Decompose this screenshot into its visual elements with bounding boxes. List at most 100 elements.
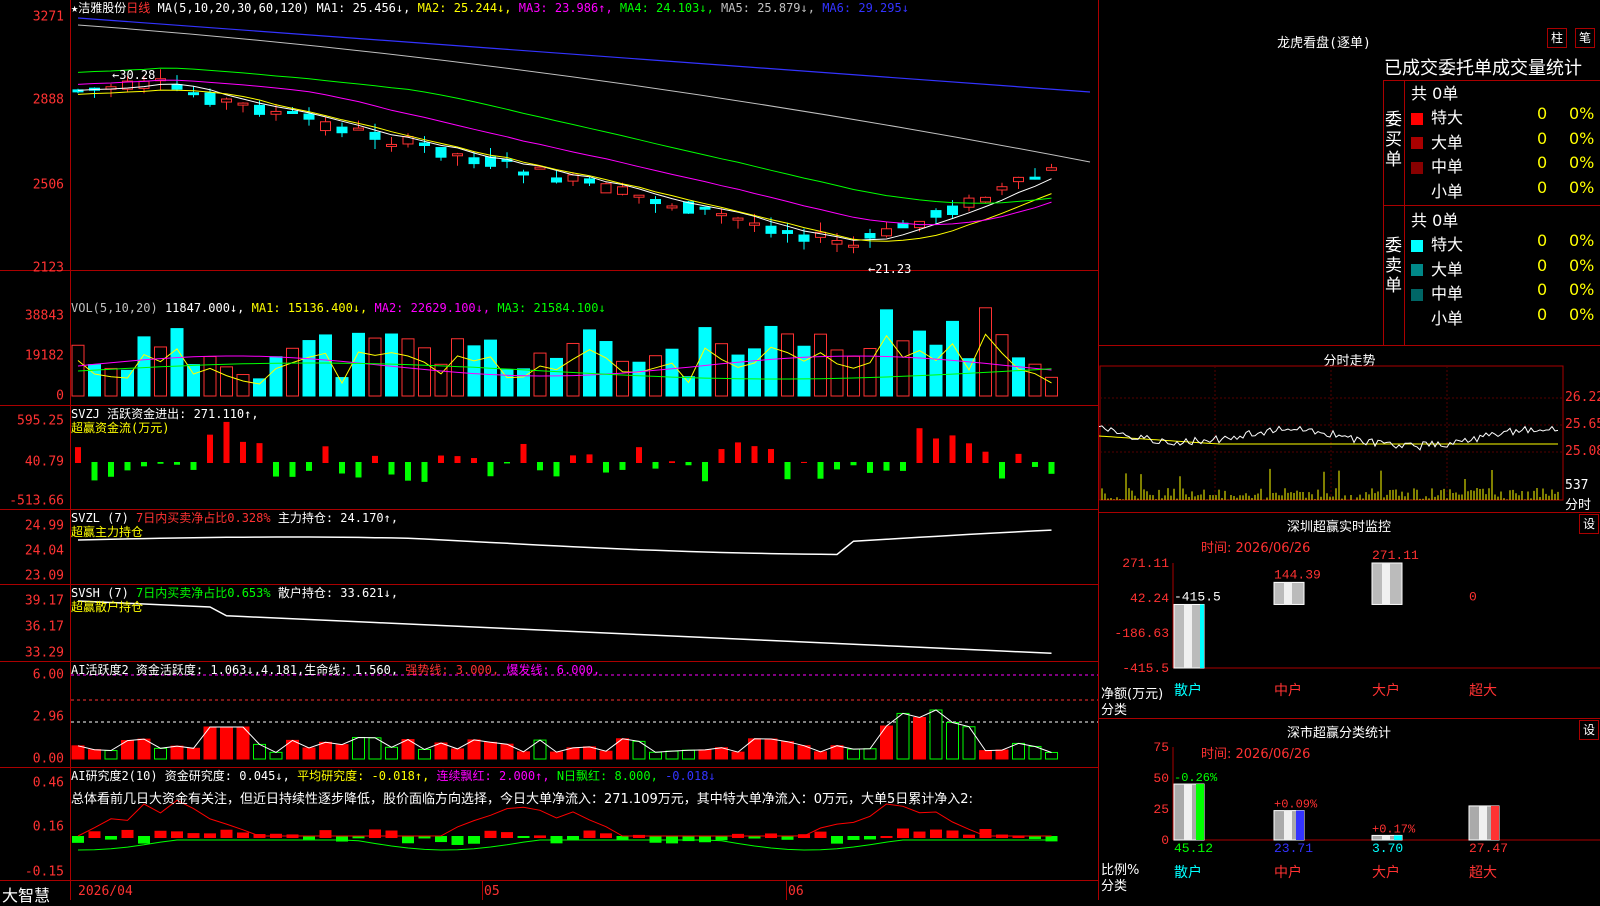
active-bar — [352, 736, 365, 760]
ma-label: MA(5,10,20,30,60,120) — [157, 1, 310, 15]
active-bar — [88, 749, 101, 760]
bar-mode-button[interactable]: 柱 — [1547, 28, 1567, 48]
research-bar — [336, 836, 348, 842]
volume-bar — [682, 376, 695, 397]
volume-bar — [599, 341, 613, 397]
ai-active-burst: 爆发线: 6.000, — [506, 663, 601, 677]
flow-bar — [1048, 462, 1055, 474]
active-bar — [665, 750, 679, 760]
stock-name[interactable]: ★洁雅股份 — [71, 1, 126, 15]
ai-research-header: AI研究度2(10) 资金研究度: 0.045↓, 平均研究度: -0.018↑… — [71, 769, 716, 783]
svzl-holding: 主力持仓: 24.170↑, — [277, 511, 399, 525]
volume-bar — [170, 328, 184, 397]
flow-bar — [834, 462, 840, 470]
volume-bar — [979, 307, 992, 397]
high-price-label: ←30.28 — [112, 68, 156, 82]
order-type: 特大 — [1431, 108, 1464, 127]
research-bar — [187, 833, 200, 838]
order-pct: 0% — [1569, 255, 1595, 275]
candle-body — [716, 213, 727, 217]
order-count: 0 — [1537, 231, 1548, 250]
ai-research-chart[interactable] — [0, 768, 1098, 880]
svzl-pane[interactable]: 24.99 24.04 23.09 SVZL (7) 7日内买卖净占比0.328… — [0, 510, 1098, 585]
flow-bar — [850, 462, 857, 466]
volume-bar — [121, 369, 134, 397]
volume-bar — [764, 325, 778, 397]
ai-research-label: AI研究度2(10) 资金研究度: 0.045↓, — [71, 769, 290, 783]
intraday-vol-unit: 分时 — [1565, 498, 1592, 513]
intraday-tick: 25.08 — [1565, 444, 1600, 459]
volume-bar — [286, 347, 299, 397]
classify-bar-color — [1196, 784, 1204, 840]
candle-body — [303, 113, 315, 120]
ai-active-chart[interactable] — [0, 662, 1098, 767]
flow-bar — [273, 462, 279, 477]
candle-body — [270, 110, 282, 115]
order-pct: 0% — [1569, 153, 1595, 172]
candle-body — [650, 199, 661, 205]
svzj-pane[interactable]: 595.25 40.79 -513.66 SVZJ 活跃资金进出: 271.11… — [0, 406, 1098, 510]
flow-bar — [1032, 462, 1038, 467]
active-bar — [484, 741, 497, 760]
tick-mode-button[interactable]: 笔 — [1575, 28, 1595, 48]
period-label[interactable]: 日线 — [126, 1, 150, 15]
candle-body — [369, 131, 381, 140]
svzl-header: SVZL (7) 7日内买卖净占比0.328% 主力持仓: 24.170↑, — [71, 511, 398, 525]
monitor-x-label: 分类 — [1101, 703, 1128, 718]
flow-bar — [256, 443, 263, 463]
svsh-pane[interactable]: 39.17 36.17 33.29 SVSH (7) 7日内买卖净占比0.653… — [0, 585, 1098, 662]
intraday-tick: 25.65 — [1565, 417, 1600, 432]
active-bar — [649, 751, 662, 760]
active-bar — [71, 745, 85, 760]
classify-category: 中户 — [1274, 864, 1302, 881]
flow-bar — [454, 456, 461, 463]
volume-bar — [319, 334, 332, 397]
svsh-subtitle: 超赢散户持仓 — [71, 600, 144, 614]
flow-bar — [801, 461, 807, 463]
active-bar — [1012, 742, 1025, 760]
kline-chart[interactable] — [0, 0, 1098, 270]
flow-bar — [108, 462, 114, 477]
ma-value: 25.456↓, — [352, 1, 411, 15]
active-bar — [550, 751, 563, 760]
ma-name: MA3: — [511, 1, 555, 15]
flow-bar — [570, 455, 576, 463]
ma120-line — [77, 17, 1091, 93]
monitor-category: 中户 — [1274, 682, 1302, 699]
volume-bar — [814, 333, 827, 397]
flow-bar — [75, 447, 81, 463]
order-pct: 0% — [1569, 177, 1595, 197]
intraday-chart[interactable] — [1099, 346, 1600, 512]
candle-body — [732, 217, 744, 221]
order-pct: 0% — [1569, 280, 1595, 299]
active-bar — [1045, 751, 1058, 760]
flow-bar — [124, 462, 131, 471]
volume-bar — [269, 356, 283, 397]
volume-bar — [929, 344, 943, 397]
flow-bar — [867, 462, 873, 473]
volume-bar — [451, 338, 464, 397]
sell-order-label: 委卖单 — [1385, 236, 1402, 296]
active-bar — [781, 741, 794, 760]
active-bar — [220, 726, 233, 760]
volume-chart[interactable] — [0, 271, 1098, 405]
order-row: 大单 0 0% — [1411, 129, 1600, 153]
volume-bar — [1012, 357, 1025, 397]
flow-bar — [652, 462, 659, 469]
candle-body — [848, 244, 859, 248]
flow-bar — [355, 462, 362, 478]
volume-pane[interactable]: 38843 19182 0 VOL(5,10,20) 11847.000↓, M… — [0, 271, 1098, 406]
monitor-bar-shine — [1382, 563, 1390, 605]
flow-bar — [702, 462, 708, 482]
kline-pane[interactable]: 3271 2888 2506 2123 ★洁雅股份日线 MA(5,10,20,3… — [0, 0, 1098, 276]
monitor-tick: 42.24 — [1130, 591, 1169, 606]
classify-category: 大户 — [1372, 864, 1400, 881]
order-row: 中单 0 0% — [1411, 280, 1600, 304]
ai-research-pane[interactable]: 0.46 0.16 -0.15 AI研究度2(10) 资金研究度: 0.045↓… — [0, 768, 1098, 880]
order-type: 中单 — [1431, 157, 1464, 176]
order-row: 中单 0 0% — [1411, 153, 1600, 177]
ai-active-pane[interactable]: 6.00 2.96 0.00 AI活跃度2 资金活跃度: 1.063↓,4.18… — [0, 662, 1098, 768]
monitor-category: 大户 — [1372, 682, 1400, 699]
active-bar — [170, 745, 184, 760]
axis-divider — [786, 881, 787, 900]
